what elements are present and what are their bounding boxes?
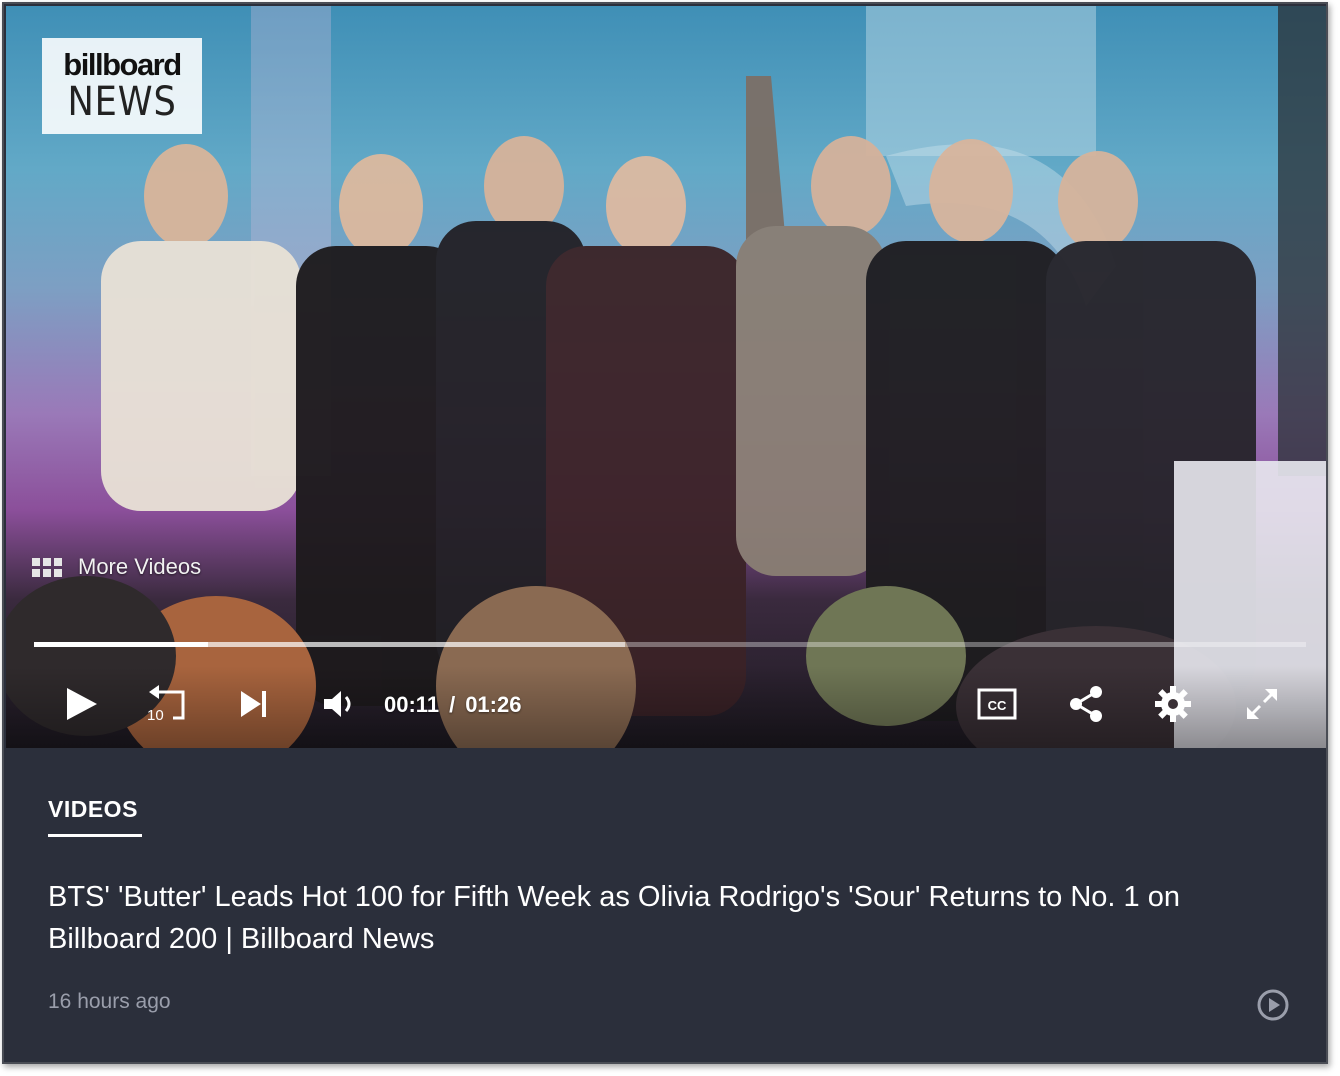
progress-played bbox=[34, 642, 209, 647]
next-button[interactable] bbox=[236, 684, 272, 724]
section-label[interactable]: VIDEOS bbox=[48, 796, 138, 823]
rewind-10-button[interactable]: 10 bbox=[142, 684, 190, 724]
video-card: billboard NEWS More Videos 10 00:11 / 01… bbox=[2, 2, 1328, 1064]
grid-icon bbox=[32, 557, 62, 577]
captions-icon: CC bbox=[977, 688, 1017, 720]
settings-button[interactable] bbox=[1152, 684, 1194, 724]
more-videos-label: More Videos bbox=[78, 554, 202, 579]
section-underline bbox=[48, 834, 142, 837]
share-icon bbox=[1070, 686, 1102, 722]
svg-text:10: 10 bbox=[147, 707, 164, 724]
play-icon bbox=[67, 688, 97, 720]
play-button[interactable] bbox=[62, 684, 102, 724]
time-separator: / bbox=[449, 692, 456, 717]
logo-news-text: NEWS bbox=[67, 79, 177, 125]
video-frame-image bbox=[6, 6, 1326, 748]
video-headline[interactable]: BTS' 'Butter' Leads Hot 100 for Fifth We… bbox=[48, 876, 1278, 960]
volume-button[interactable] bbox=[320, 684, 360, 724]
settings-gear-icon bbox=[1155, 686, 1191, 722]
time-display: 00:11 / 01:26 bbox=[384, 692, 521, 718]
skip-next-icon bbox=[241, 691, 266, 717]
video-timestamp: 16 hours ago bbox=[48, 990, 171, 1013]
logo-wordmark: billboard bbox=[63, 47, 182, 82]
svg-text:CC: CC bbox=[988, 698, 1007, 713]
control-bar: 10 00:11 / 01:26 CC bbox=[6, 666, 1326, 748]
play-circle-icon bbox=[1257, 989, 1289, 1021]
fullscreen-icon bbox=[1247, 689, 1277, 719]
replay-10-icon: 10 bbox=[147, 685, 185, 724]
current-time: 00:11 bbox=[384, 692, 440, 717]
video-player[interactable]: billboard NEWS More Videos 10 00:11 / 01… bbox=[6, 6, 1326, 748]
play-video-button[interactable] bbox=[1256, 988, 1289, 1021]
duration: 01:26 bbox=[465, 692, 522, 717]
captions-button[interactable]: CC bbox=[976, 684, 1018, 724]
share-button[interactable] bbox=[1066, 684, 1106, 724]
billboard-news-logo: billboard NEWS bbox=[42, 38, 202, 134]
fullscreen-button[interactable] bbox=[1242, 684, 1282, 724]
video-info-panel: VIDEOS BTS' 'Butter' Leads Hot 100 for F… bbox=[6, 748, 1326, 1062]
more-videos-button[interactable]: More Videos bbox=[32, 552, 201, 582]
progress-bar[interactable] bbox=[34, 642, 1306, 647]
volume-icon bbox=[324, 691, 351, 717]
